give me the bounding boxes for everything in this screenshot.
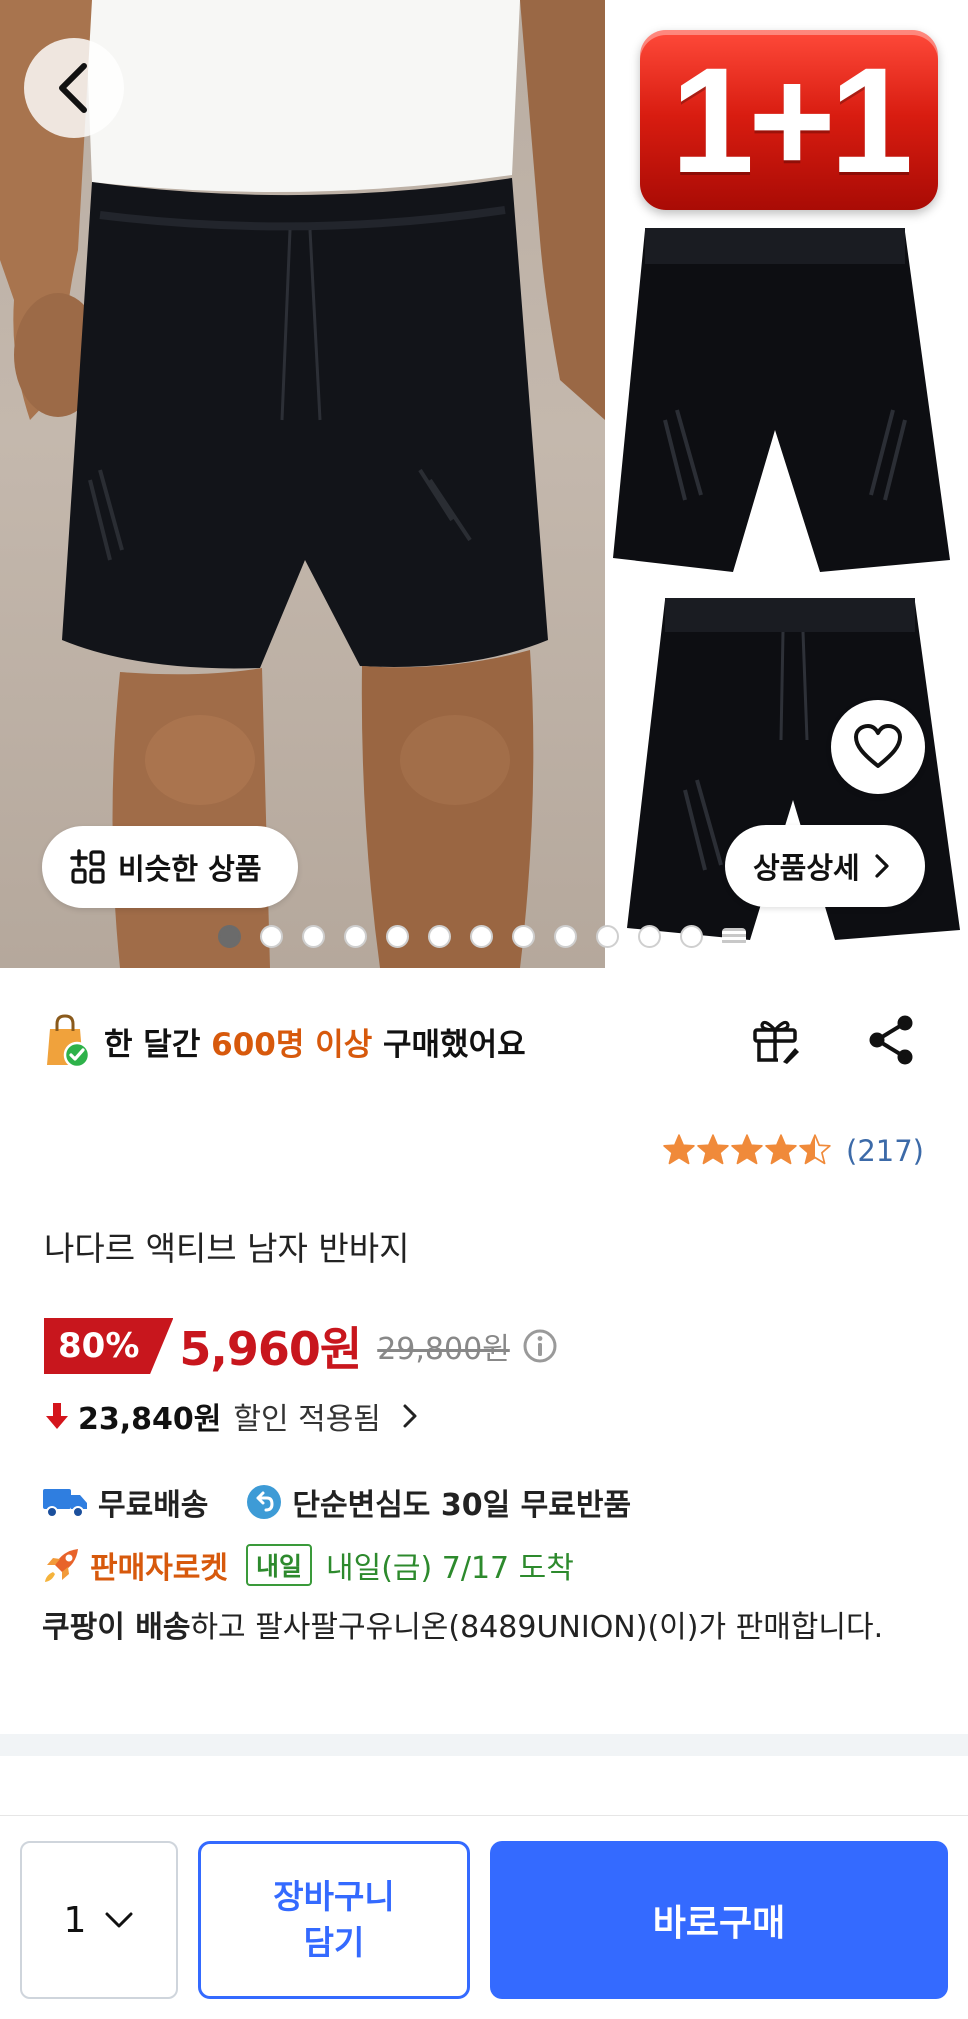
seller-info-bold: 쿠팡이 배송: [42, 1610, 191, 1645]
chevron-down-icon: [105, 1912, 133, 1928]
wishlist-button[interactable]: [831, 700, 925, 794]
add-to-cart-button[interactable]: 장바구니 담기: [198, 1841, 470, 1999]
pagination-dot-active[interactable]: [218, 925, 241, 948]
product-detail-label: 상품상세: [753, 851, 860, 885]
promo-badge-text: 1+1: [670, 36, 913, 204]
seller-info: 쿠팡이 배송하고 팔사팔구유니온(8489UNION)(이)가 판매합니다.: [42, 1606, 922, 1650]
share-icon: [869, 1015, 913, 1065]
star-icon: [765, 1134, 797, 1165]
purchase-popularity: 한 달간 600명 이상 구매했어요: [44, 1010, 526, 1072]
back-button[interactable]: [24, 38, 124, 138]
gallery-pagination: [218, 925, 746, 948]
grid-plus-icon: [70, 849, 105, 884]
shipping-info: 무료배송 단순변심도 30일 무료반품: [42, 1480, 631, 1524]
pagination-dot[interactable]: [470, 925, 493, 948]
pagination-dot[interactable]: [302, 925, 325, 948]
pagination-dot[interactable]: [428, 925, 451, 948]
rocket-label: 판매자로켓: [90, 1551, 228, 1586]
free-shipping-label: 무료배송: [98, 1488, 209, 1523]
discount-badge: 80%: [44, 1318, 174, 1374]
pagination-dot[interactable]: [260, 925, 283, 948]
chevron-right-icon: [875, 854, 889, 878]
gift-button[interactable]: [748, 1012, 804, 1072]
bottom-action-bar: 1 장바구니 담기 바로구매: [0, 1815, 968, 2019]
quantity-value: 1: [63, 1899, 87, 1941]
arrow-down-icon: [46, 1403, 68, 1429]
promo-badge: 1+1: [640, 30, 938, 210]
saving-note: 할인 적용됨: [233, 1402, 381, 1437]
star-icon: [697, 1134, 729, 1165]
model-photo: [0, 0, 605, 968]
info-icon[interactable]: [522, 1328, 558, 1364]
pagination-dot[interactable]: [638, 925, 661, 948]
pagination-dot[interactable]: [554, 925, 577, 948]
section-divider: [0, 1734, 968, 1756]
chevron-right-icon: [403, 1404, 417, 1428]
free-return-label: 단순변심도 30일 무료반품: [292, 1488, 632, 1523]
add-to-cart-label: 장바구니 담기: [273, 1877, 395, 1962]
pagination-dot[interactable]: [512, 925, 535, 948]
rating-stars: [662, 1133, 832, 1169]
return-icon: [247, 1485, 282, 1519]
star-icon: [731, 1134, 763, 1165]
share-button[interactable]: [866, 1012, 916, 1072]
buy-now-button[interactable]: 바로구매: [490, 1841, 948, 1999]
gift-icon: [753, 1020, 799, 1064]
discount-applied-row[interactable]: 23,840원 할인 적용됨: [44, 1394, 419, 1438]
pagination-dot[interactable]: [680, 925, 703, 948]
rocket-delivery-info: 판매자로켓 내일 내일(금) 7/17 도착: [42, 1543, 574, 1587]
price-row: 80% 5,960원 29,800원: [44, 1316, 558, 1376]
buy-now-label: 바로구매: [652, 1903, 786, 1944]
product-title: 나다르 액티브 남자 반바지: [44, 1229, 410, 1268]
review-count[interactable]: (217): [846, 1134, 924, 1168]
product-image-gallery[interactable]: 1+1 비슷한 상품 상품상세: [0, 0, 968, 968]
star-icon: [663, 1134, 695, 1165]
pagination-dot[interactable]: [386, 925, 409, 948]
truck-icon: [43, 1489, 87, 1518]
shopping-bag-check-icon: [47, 1014, 90, 1069]
delivery-eta: 내일(금) 7/17 도착: [326, 1551, 574, 1586]
original-price: 29,800원: [377, 1332, 510, 1367]
pagination-dot[interactable]: [344, 925, 367, 948]
tomorrow-badge: 내일: [246, 1544, 313, 1586]
seller-info-rest: 하고 팔사팔구유니온(8489UNION)(이)가 판매합니다.: [190, 1610, 884, 1645]
product-rating[interactable]: (217): [662, 1133, 924, 1169]
similar-products-label: 비슷한 상품: [118, 852, 262, 886]
star-icon: [799, 1134, 831, 1165]
sale-price: 5,960원: [179, 1322, 362, 1376]
popularity-text: 한 달간 600명 이상 구매했어요: [104, 1026, 526, 1063]
saving-amount: 23,840원: [78, 1402, 222, 1437]
heart-icon: [854, 724, 902, 768]
rocket-icon: [45, 1549, 78, 1582]
chevron-left-icon: [59, 63, 87, 113]
quantity-select[interactable]: 1: [20, 1841, 178, 1999]
product-detail-button[interactable]: 상품상세: [725, 825, 925, 907]
model-wearing-shorts-image: [0, 0, 605, 968]
pagination-dot[interactable]: [596, 925, 619, 948]
pagination-more-indicator: [722, 927, 746, 946]
similar-products-button[interactable]: 비슷한 상품: [42, 826, 298, 908]
